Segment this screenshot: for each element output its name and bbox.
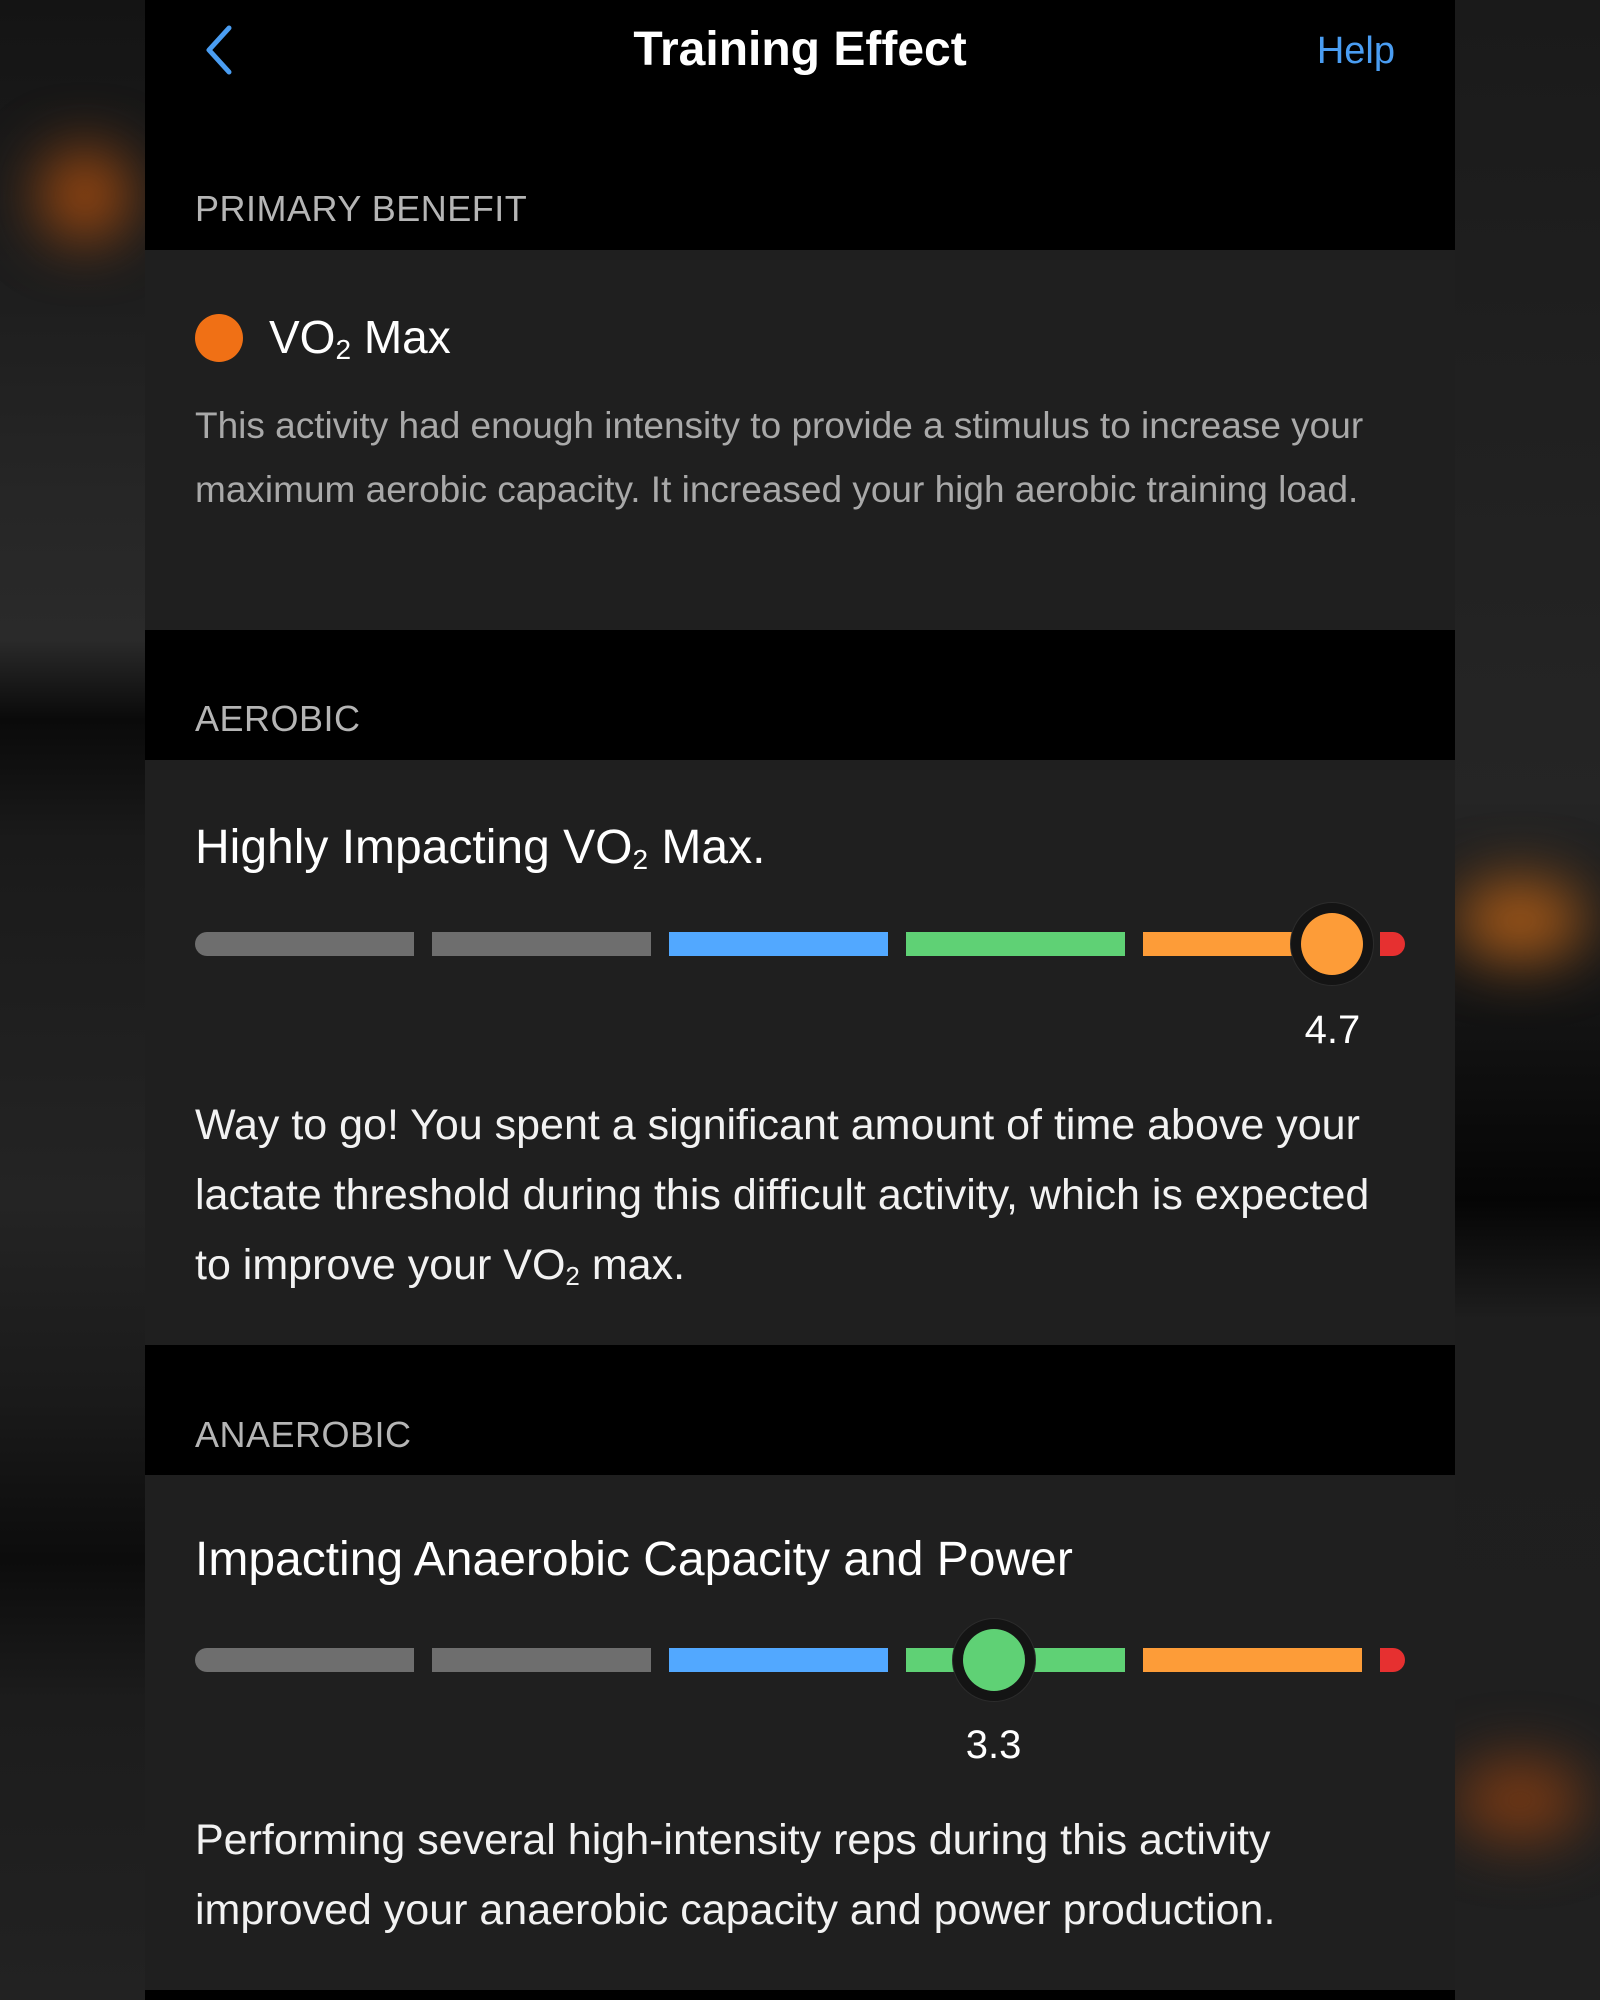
scale-indicator xyxy=(1290,902,1375,986)
section-label-anaerobic: ANAEROBIC xyxy=(195,1414,412,1455)
help-button[interactable]: Help xyxy=(1317,30,1395,73)
aerobic-card: Highly Impacting VO2 Max. 4.7 Way to go!… xyxy=(145,760,1455,1345)
blurred-orange-glow xyxy=(1455,1760,1585,1840)
primary-benefit-card: VO2 Max This activity had enough intensi… xyxy=(145,250,1455,630)
scale-indicator-knob xyxy=(962,1629,1025,1691)
anaerobic-value: 3.3 xyxy=(965,1723,1022,1767)
app-screen: Training Effect Help PRIMARY BENEFIT VO2… xyxy=(145,0,1455,2000)
scale-segment-blue xyxy=(669,1648,888,1672)
blurred-orange-glow xyxy=(40,150,130,240)
primary-benefit-name-text: VO xyxy=(269,311,336,363)
scale-segment-gray xyxy=(195,1648,414,1672)
aerobic-heading-text: Highly Impacting VO xyxy=(195,821,633,874)
aerobic-description-text: Way to go! You spent a significant amoun… xyxy=(195,1101,1370,1289)
primary-benefit-row: VO2 Max xyxy=(195,310,451,366)
aerobic-scale xyxy=(145,902,1455,986)
aerobic-heading-suffix: Max. xyxy=(648,821,766,874)
blurred-background-right xyxy=(1455,0,1600,2000)
scale-segment-gray xyxy=(432,1648,651,1672)
primary-benefit-name-suffix: Max xyxy=(351,311,451,363)
aerobic-description-suffix: max. xyxy=(579,1241,686,1289)
aerobic-value: 4.7 xyxy=(1304,1008,1361,1052)
subscript: 2 xyxy=(632,844,649,875)
scale-segment-red xyxy=(1380,1648,1405,1672)
anaerobic-heading: Impacting Anaerobic Capacity and Power xyxy=(195,1533,1073,1586)
subscript: 2 xyxy=(565,1261,580,1291)
navigation-bar: Training Effect Help xyxy=(145,0,1455,110)
scale-segment-blue xyxy=(669,932,888,956)
anaerobic-description: Performing several high-intensity reps d… xyxy=(195,1816,1276,1934)
page-title: Training Effect xyxy=(633,23,967,76)
subscript: 2 xyxy=(335,334,352,365)
aerobic-description: Way to go! You spent a significant amoun… xyxy=(195,1090,1415,1311)
primary-benefit-description: This activity had enough intensity to pr… xyxy=(195,405,1364,510)
status-dot-icon xyxy=(195,314,243,362)
scale-segment-red xyxy=(1380,932,1405,956)
anaerobic-card: Impacting Anaerobic Capacity and Power 3… xyxy=(145,1475,1455,1990)
scale-segment-gray xyxy=(432,932,651,956)
scale-segment-orange xyxy=(1143,1648,1362,1672)
anaerobic-scale xyxy=(145,1618,1455,1702)
blurred-background-left xyxy=(0,0,145,2000)
primary-benefit-name: VO2 Max xyxy=(269,310,451,366)
blurred-orange-glow xyxy=(1455,880,1585,960)
section-label-aerobic: AEROBIC xyxy=(195,698,361,739)
scale-indicator-knob xyxy=(1301,913,1364,975)
scale-indicator xyxy=(951,1618,1036,1702)
aerobic-heading: Highly Impacting VO2 Max. xyxy=(195,820,765,876)
section-label-primary-benefit: PRIMARY BENEFIT xyxy=(195,188,528,229)
scale-segment-gray xyxy=(195,932,414,956)
scale-segment-green xyxy=(906,932,1125,956)
